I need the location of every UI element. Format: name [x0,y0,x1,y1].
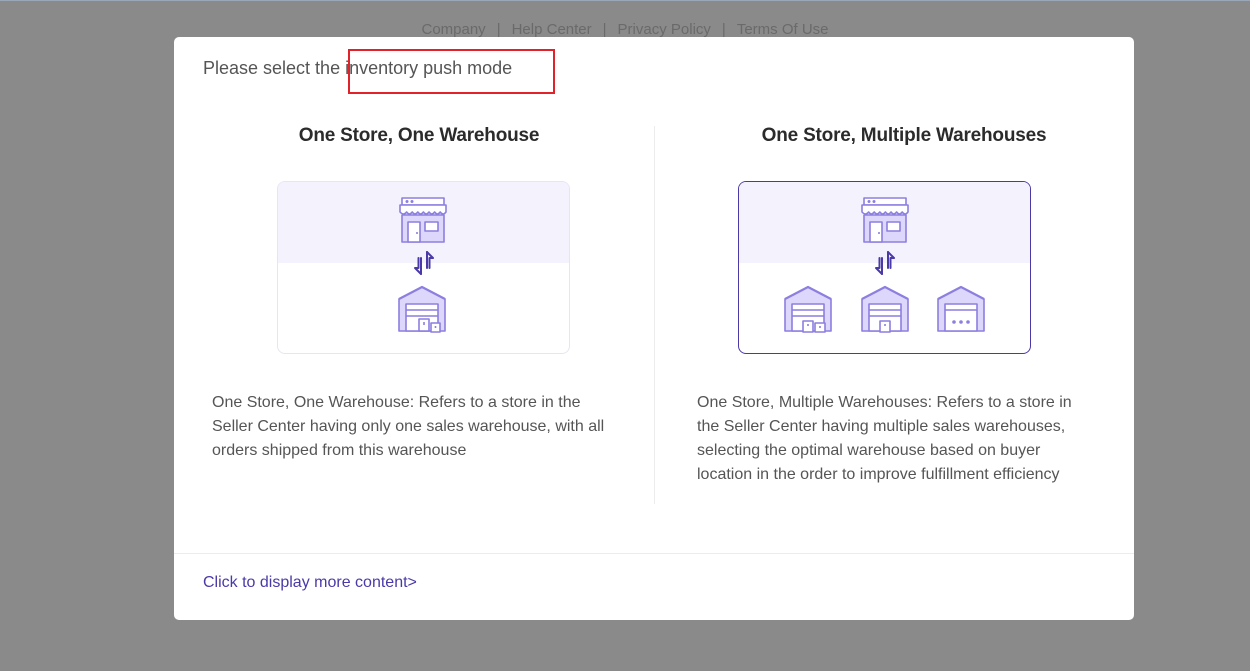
highlight-annotation-box [348,49,555,94]
footer-separator: | [496,21,501,38]
top-border-line [0,0,1250,1]
multiple-warehouses-illustration [784,197,985,333]
store-icon [861,197,909,243]
option-title: One Store, Multiple Warehouses [761,125,1047,146]
option-description: One Store, Multiple Warehouses: Refers t… [697,394,1072,483]
options-divider [654,126,655,504]
inventory-push-mode-dialog: Please select the inventory push mode On… [174,37,1134,620]
sync-arrows-icon [875,251,895,275]
footer-separator: | [721,21,726,38]
option-card-one-warehouse[interactable] [277,181,570,354]
one-warehouse-illustration [398,197,447,333]
display-more-content-link[interactable]: Click to display more content> [203,574,417,592]
option-description: One Store, One Warehouse: Refers to a st… [212,394,605,459]
warehouse-icon [398,285,446,333]
option-title: One Store, One Warehouse [298,125,540,146]
store-icon [399,197,447,243]
footer-link-help-center[interactable]: Help Center [512,21,592,38]
sync-arrows-icon [414,251,434,275]
footer-link-privacy-policy[interactable]: Privacy Policy [618,21,711,38]
warehouse-icon [784,285,832,333]
footer-link-company[interactable]: Company [421,21,485,38]
footer-divider [174,553,1134,554]
footer-link-terms-of-use[interactable]: Terms Of Use [737,21,829,38]
warehouse-icon [937,285,985,332]
option-card-multiple-warehouses[interactable] [738,181,1031,354]
footer-separator: | [602,21,607,38]
warehouse-icon [861,285,909,333]
footer-links: Company | Help Center | Privacy Policy |… [0,21,1250,38]
